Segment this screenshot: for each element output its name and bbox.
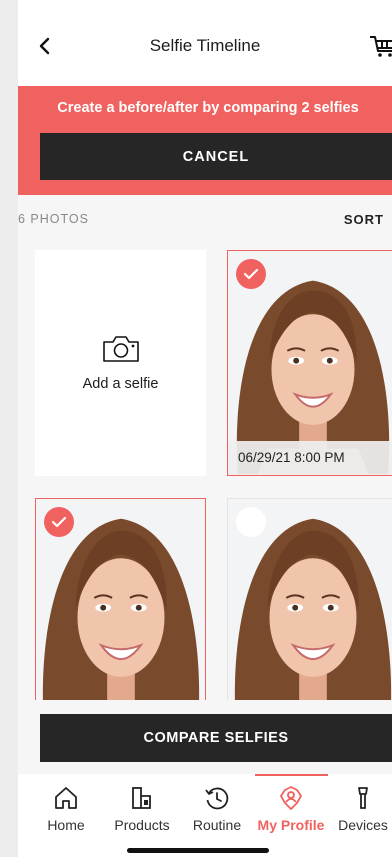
compare-selfies-button[interactable]: COMPARE SELFIES — [40, 714, 392, 762]
nav-item-home[interactable]: Home — [26, 774, 106, 833]
nav-item-routine[interactable]: Routine — [177, 774, 257, 833]
nav-item-products[interactable]: Products — [102, 774, 182, 833]
page-title: Selfie Timeline — [149, 36, 261, 55]
top-bar: Selfie Timeline — [18, 0, 392, 86]
selected-checkmark[interactable] — [236, 259, 266, 289]
photo-count: 6 PHOTOS — [18, 212, 89, 226]
selected-checkmark[interactable] — [44, 507, 74, 537]
nav-label: Devices — [338, 817, 388, 833]
nav-label: Routine — [192, 817, 242, 833]
selfie-photo-2[interactable] — [35, 498, 206, 728]
nav-label: Home — [47, 817, 85, 833]
nav-item-my-profile[interactable]: My Profile — [251, 774, 331, 833]
bottom-nav: Home Products Routine My Profile Devices — [18, 774, 392, 857]
selfie-photo-1[interactable]: 06/29/21 8:00 PM — [227, 250, 392, 476]
products-icon — [132, 787, 151, 809]
add-selfie-label: Add a selfie — [82, 376, 159, 392]
sort-button[interactable]: SORT — [344, 212, 384, 227]
app-screen: Selfie Timeline Create a before/after by… — [18, 0, 392, 857]
add-selfie-tile[interactable]: Add a selfie — [35, 250, 206, 476]
banner-message: Create a before/after by comparing 2 sel… — [57, 100, 359, 116]
home-indicator — [127, 848, 269, 853]
check-icon — [51, 516, 67, 528]
cart-icon — [370, 36, 392, 57]
nav-label: Products — [114, 817, 170, 833]
home-icon — [55, 787, 77, 809]
check-icon — [243, 268, 259, 280]
cancel-button[interactable]: CANCEL — [40, 133, 392, 180]
camera-icon — [102, 336, 139, 362]
nav-label: My Profile — [257, 817, 325, 833]
selfie-photo-3[interactable] — [227, 498, 392, 728]
photo-date: 06/29/21 8:00 PM — [228, 441, 392, 475]
routine-icon — [205, 787, 229, 810]
cart-button[interactable] — [368, 32, 392, 60]
devices-icon — [358, 787, 368, 809]
compare-banner: Create a before/after by comparing 2 sel… — [18, 86, 392, 195]
nav-item-devices[interactable]: Devices — [323, 774, 392, 833]
unselected-checkbox[interactable] — [236, 507, 266, 537]
profile-icon — [280, 786, 302, 810]
